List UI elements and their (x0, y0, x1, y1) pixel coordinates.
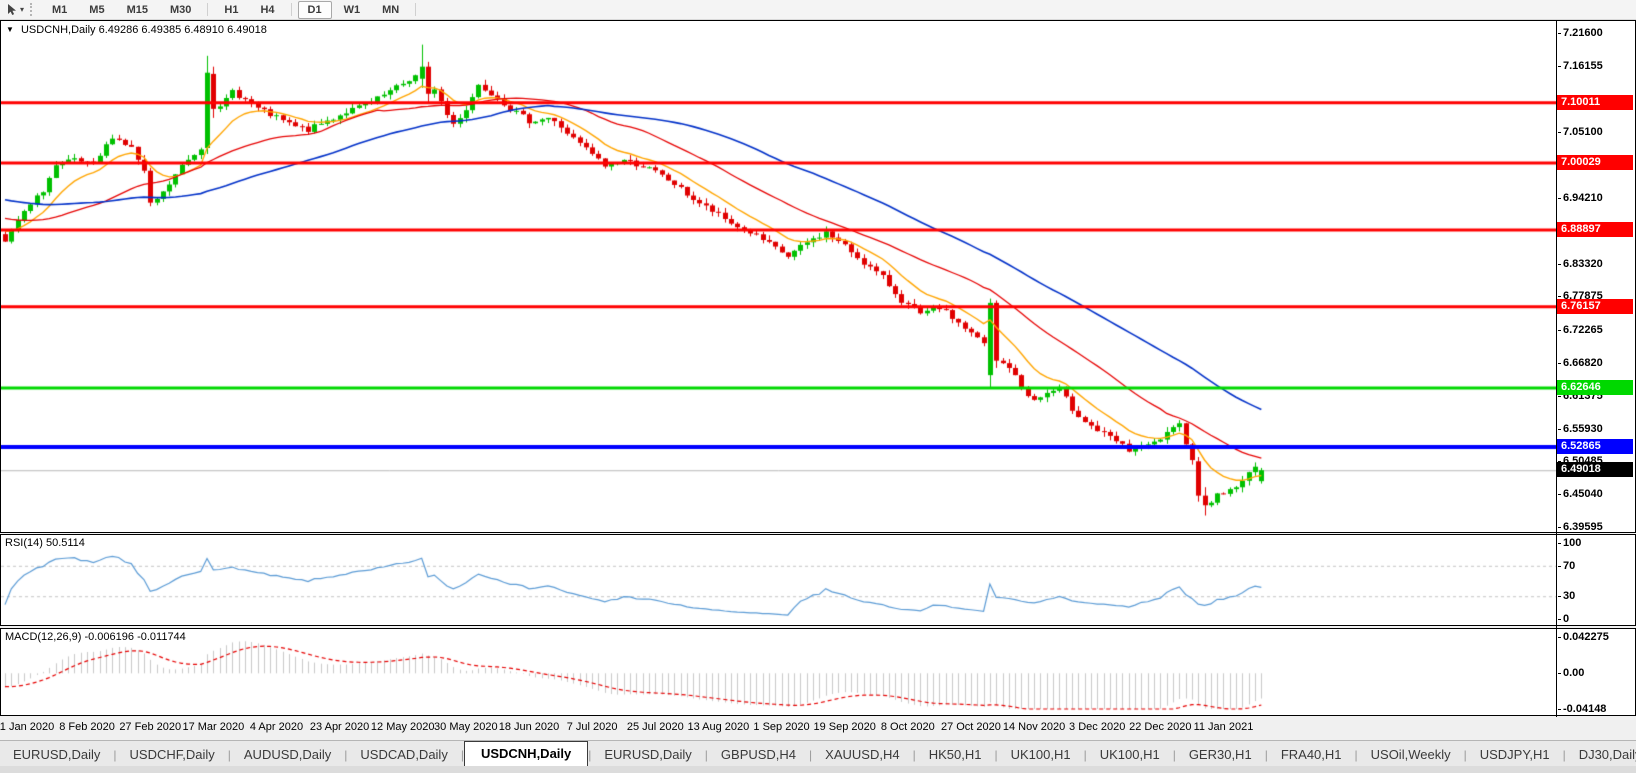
tab-HK50-H1[interactable]: HK50,H1 (916, 743, 995, 767)
timeframe-button-W1[interactable]: W1 (334, 1, 371, 19)
tab-EURUSD-Daily[interactable]: EURUSD,Daily (0, 743, 113, 767)
macd-indicator-label: MACD(12,26,9) -0.006196 -0.011744 (5, 631, 186, 643)
tab-GER30-H1[interactable]: GER30,H1 (1176, 743, 1265, 767)
price-axis-line (1556, 20, 1557, 717)
chart-quotes-label: 6.49286 6.49385 6.48910 6.49018 (98, 24, 267, 36)
date-label: 11 Jan 2021 (1193, 721, 1254, 733)
tab-EURUSD-Daily[interactable]: EURUSD,Daily (591, 743, 704, 767)
date-label: 21 Jan 2020 (0, 721, 55, 733)
level-price-tag: 6.88897 (1557, 221, 1633, 237)
timeframe-button-M1[interactable]: M1 (42, 1, 77, 19)
bottom-strip (0, 766, 1636, 773)
rsi-canvas[interactable] (1, 535, 1556, 625)
date-label: 13 Aug 2020 (687, 721, 750, 733)
timeframe-button-M30[interactable]: M30 (160, 1, 201, 19)
timeframe-button-MN[interactable]: MN (372, 1, 409, 19)
tab-USDCNH-Daily[interactable]: USDCNH,Daily (463, 741, 589, 767)
price-axis-tick: 6.72265 (1558, 324, 1636, 337)
date-label: 7 Jul 2020 (566, 721, 618, 733)
tab-DJ30-Daily[interactable]: DJ30,Daily (1566, 743, 1636, 767)
timeframe-button-H1[interactable]: H1 (214, 1, 248, 19)
price-axis-tick: 6.83320 (1558, 258, 1636, 271)
rsi-axis-tick: 30 (1558, 590, 1636, 603)
toolbar-gripper[interactable] (30, 3, 35, 16)
date-label: 1 Sep 2020 (753, 721, 810, 733)
collapse-triangle-icon[interactable]: ▼ (6, 25, 14, 34)
tab-USOil-Weekly[interactable]: USOil,Weekly (1358, 743, 1464, 767)
caret-down-icon[interactable]: ▾ (20, 5, 24, 14)
date-label: 8 Oct 2020 (880, 721, 935, 733)
toolbar: ▾ M1 M5 M15 M30 H1 H4 D1 W1 MN (0, 0, 1636, 20)
date-axis: 21 Jan 2020 8 Feb 2020 27 Feb 202017 Mar 2… (0, 717, 1636, 739)
price-axis-tick: 7.05100 (1558, 126, 1636, 139)
timeframe-group: M1 M5 M15 M30 H1 H4 D1 W1 MN (41, 0, 421, 19)
timeframe-button-M15[interactable]: M15 (117, 1, 158, 19)
tab-UK100-H1[interactable]: UK100,H1 (998, 743, 1084, 767)
tab-XAUUSD-H4[interactable]: XAUUSD,H4 (812, 743, 912, 767)
date-label: 8 Feb 2020 (59, 721, 115, 733)
timeframe-button-D1[interactable]: D1 (297, 0, 332, 19)
tab-AUDUSD-Daily[interactable]: AUDUSD,Daily (231, 743, 344, 767)
toolbar-separator (290, 3, 292, 16)
date-label: 30 May 2020 (434, 721, 498, 733)
tab-USDCAD-Daily[interactable]: USDCAD,Daily (347, 743, 460, 767)
date-label: 3 Dec 2020 (1069, 721, 1126, 733)
date-label: 19 Sep 2020 (813, 721, 876, 733)
cursor-tool-button[interactable] (2, 2, 20, 18)
level-price-tag: 7.00029 (1557, 154, 1633, 170)
date-label: 18 Jun 2020 (498, 721, 560, 733)
tab-GBPUSD-H4[interactable]: GBPUSD,H4 (708, 743, 809, 767)
tab-USDCHF-Daily[interactable]: USDCHF,Daily (117, 743, 228, 767)
date-label: 27 Feb 2020 (119, 721, 182, 733)
chart-symbol-label: USDCNH,Daily (20, 24, 96, 36)
price-axis-tick: 6.66820 (1558, 357, 1636, 370)
tab-UK100-H1[interactable]: UK100,H1 (1087, 743, 1173, 767)
date-label: 25 Jul 2020 (626, 721, 684, 733)
level-price-tag: 6.62646 (1557, 380, 1633, 396)
tab-list: EURUSD,Daily | USDCHF,Daily | AUDUSD,Daily | U… (0, 741, 1636, 767)
chart-tab-bar: EURUSD,Daily | USDCHF,Daily | AUDUSD,Daily | U… (0, 740, 1636, 767)
price-axis-tick: 7.16155 (1558, 60, 1636, 73)
price-axis-tick: 6.55930 (1558, 423, 1636, 436)
macd-axis-tick: -0.04148 (1558, 703, 1636, 716)
rsi-axis-tick: 0 (1558, 613, 1636, 626)
date-label: 22 Dec 2020 (1129, 721, 1192, 733)
macd-canvas[interactable] (1, 629, 1556, 715)
level-price-tag: 6.52865 (1557, 439, 1633, 455)
price-axis-tick: 6.45040 (1558, 488, 1636, 501)
level-price-tag: 7.10011 (1557, 94, 1633, 110)
toolbar-separator (207, 3, 209, 16)
tab-USDJPY-H1[interactable]: USDJPY,H1 (1467, 743, 1563, 767)
candles-canvas[interactable] (1, 21, 1556, 531)
chart-header: ▼ USDCNH,Daily 6.49286 6.49385 6.48910 6… (6, 24, 267, 36)
date-label: 27 Oct 2020 (940, 721, 1001, 733)
price-axis-tick: 7.21600 (1558, 27, 1636, 40)
timeframe-button-M5[interactable]: M5 (79, 1, 114, 19)
level-price-tag: 6.76157 (1557, 298, 1633, 314)
macd-axis-tick: 0.00 (1558, 667, 1636, 680)
toolbar-separator (415, 3, 417, 16)
date-label: 4 Apr 2020 (249, 721, 304, 733)
price-axis-tick: 6.39595 (1558, 521, 1636, 534)
macd-axis-tick: 0.042275 (1558, 631, 1636, 644)
date-label: 23 Apr 2020 (309, 721, 370, 733)
rsi-axis-tick: 70 (1558, 560, 1636, 573)
current-price-tag: 6.49018 (1557, 462, 1633, 478)
rsi-indicator-label: RSI(14) 50.5114 (5, 537, 85, 549)
tab-FRA40-H1[interactable]: FRA40,H1 (1268, 743, 1355, 767)
rsi-axis-tick: 100 (1558, 537, 1636, 550)
date-label: 14 Nov 2020 (1002, 721, 1066, 733)
timeframe-button-H4[interactable]: H4 (250, 1, 284, 19)
date-label: 12 May 2020 (370, 721, 435, 733)
price-axis-tick: 6.94210 (1558, 192, 1636, 205)
date-label: 17 Mar 2020 (182, 721, 245, 733)
cursor-arrow-icon (7, 4, 16, 15)
